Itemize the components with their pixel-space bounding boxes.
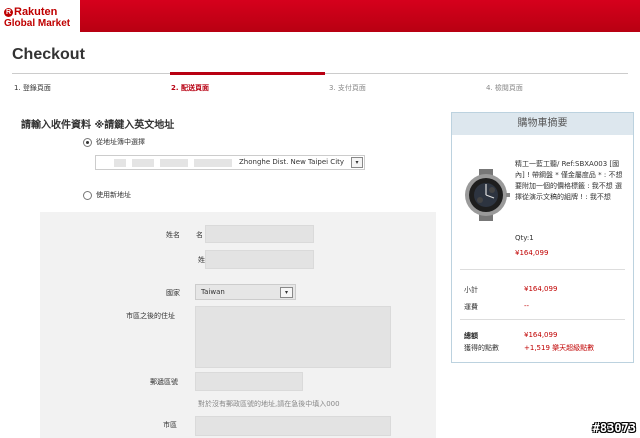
rakuten-r-icon: R [4,8,13,17]
total-value: ¥164,099 [524,331,558,339]
radio-existing-address-label[interactable]: 從地址簿中選擇 [96,137,145,147]
redacted-address-part [194,159,232,167]
city-label: 市區 [163,421,177,429]
postal-label: 郵遞區號 [150,378,178,386]
page-title: Checkout [12,46,85,63]
points-value: +1,519 樂天超級點數 [524,344,595,352]
step-shipping: 2. 配送頁面 [171,84,209,92]
product-quantity: Qty:1 [515,234,534,242]
postal-code-input[interactable] [195,372,303,391]
new-address-form: 姓名 名 姓 國家 Taiwan ▾ 市區之後的住址 郵遞區號 對於沒有郵政區號… [40,212,436,438]
country-label: 國家 [166,289,180,297]
points-label: 獲得的點數 [464,344,499,352]
postal-hint: 對於沒有郵政區號的地址,請在急後中填入000 [198,400,340,408]
summary-divider [460,269,625,270]
last-name-input[interactable] [205,250,314,269]
total-label: 總額 [464,332,478,340]
redacted-address-part [114,159,126,167]
cart-summary: 購物車摘要 精工一藍工聽/ Ref:SBXA003 [國內] ! 帶鋼盤 * 僅… [451,112,634,363]
shipping-fee-label: 運費 [464,303,478,311]
last-name-label: 姓 [198,256,205,264]
radio-new-address-label[interactable]: 使用新地址 [96,190,131,200]
step-payment: 3. 支付頁面 [329,84,366,92]
product-price: ¥164,099 [515,249,549,257]
radio-new-address[interactable] [83,191,92,200]
first-name-input[interactable] [205,225,314,243]
rakuten-logo[interactable]: R Rakuten Global Market [0,0,80,32]
address-label: 市區之後的住址 [126,312,175,320]
country-select[interactable]: Taiwan ▾ [195,284,296,300]
logo-text-line2: Global Market [4,18,71,29]
redacted-address-part [132,159,154,167]
country-value: Taiwan [201,288,225,296]
chevron-down-icon[interactable]: ▾ [280,287,293,298]
city-input[interactable] [195,416,391,436]
subtotal-label: 小計 [464,286,478,294]
address-book-value: Zhonghe Dist. New Taipei City [239,158,345,166]
step-review: 4. 檢閱頁面 [486,84,523,92]
watch-product-image[interactable] [460,169,512,221]
summary-divider [460,319,625,320]
name-label: 姓名 [166,231,180,239]
step-login: 1. 登錄頁面 [14,84,51,92]
cart-summary-heading: 購物車摘要 [452,113,633,135]
product-name[interactable]: 精工一藍工聽/ Ref:SBXA003 [國內] ! 帶鋼盤 * 僅金屬度品 *… [515,159,627,203]
radio-existing-address[interactable] [83,138,92,147]
shipping-section-title: 請輸入收件資料 ※請鍵入英文地址 [21,120,175,131]
address-textarea[interactable] [195,306,391,368]
watermark: #83073 [592,421,636,435]
redacted-address-part [160,159,188,167]
top-bar: R Rakuten Global Market [0,0,640,32]
first-name-label: 名 [196,231,203,239]
shipping-fee-value: -- [524,302,530,310]
subtotal-value: ¥164,099 [524,285,558,293]
active-step-indicator [170,72,325,75]
address-book-select[interactable]: Zhonghe Dist. New Taipei City ▾ [95,155,365,170]
chevron-down-icon[interactable]: ▾ [351,157,363,168]
logo-text-line1: Rakuten [14,6,58,18]
